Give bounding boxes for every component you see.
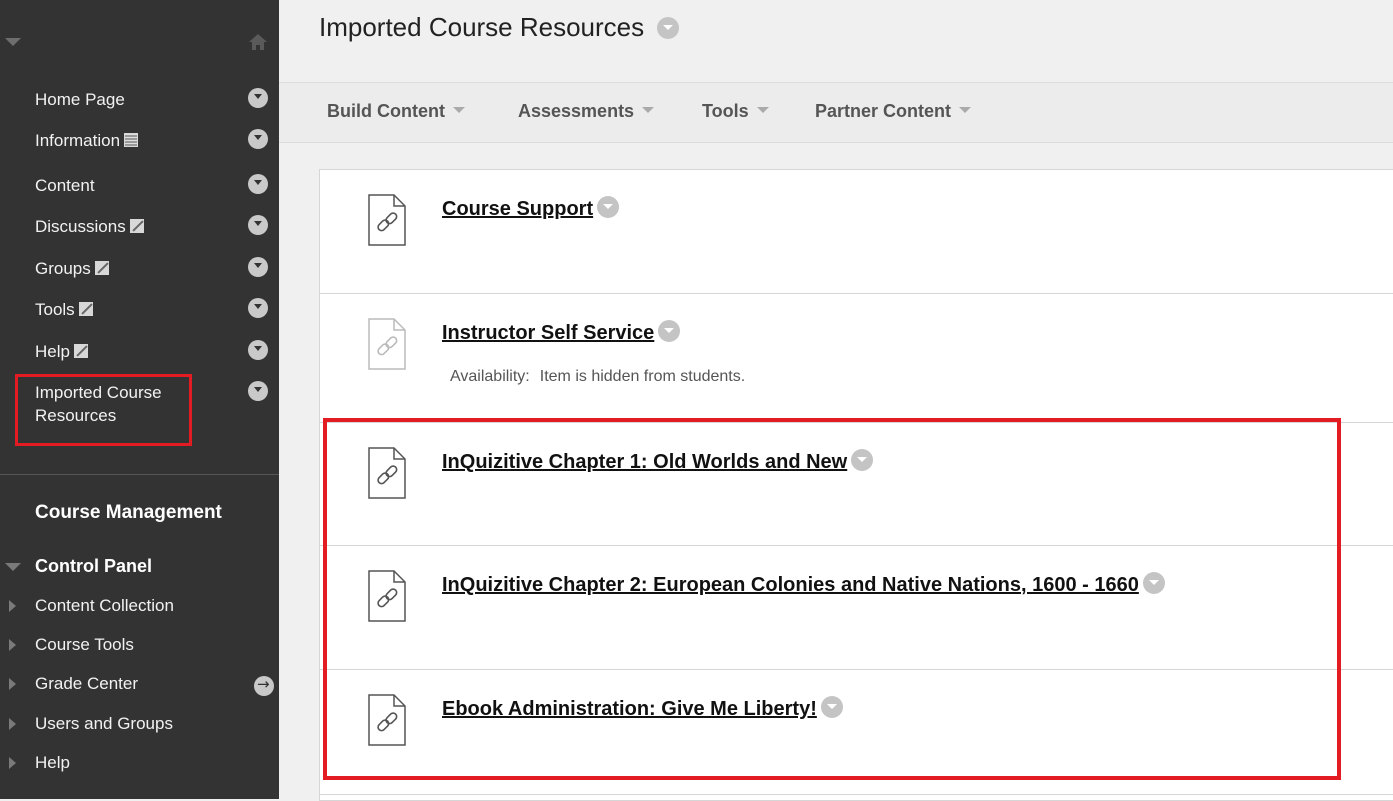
item-title-text[interactable]: Course Support (442, 198, 593, 220)
chevron-down-icon[interactable] (248, 298, 268, 318)
chevron-down-icon[interactable] (248, 340, 268, 360)
sidebar-item-content[interactable]: Content (35, 174, 95, 197)
chevron-down-icon[interactable] (248, 174, 268, 194)
arrow-right-icon[interactable] (254, 675, 274, 696)
control-item-course-tools[interactable]: Course Tools (35, 635, 134, 655)
list-item: Course Support (320, 170, 1393, 294)
sidebar-item-information[interactable]: Information (35, 129, 139, 152)
highlight-box (15, 374, 192, 446)
expand-caret-icon[interactable] (5, 563, 21, 571)
item-title-text[interactable]: Instructor Self Service (442, 322, 654, 344)
sidebar-item-label: Groups (35, 259, 91, 278)
availability-note: Availability: Item is hidden from student… (450, 368, 745, 386)
availability-value: Item is hidden from students. (539, 368, 746, 385)
control-item-help[interactable]: Help (35, 753, 70, 773)
chevron-down-icon (452, 107, 465, 114)
chevron-right-icon[interactable] (9, 639, 16, 651)
build-content-menu[interactable]: Build Content (327, 101, 465, 122)
course-management-heading: Course Management (35, 502, 222, 523)
chevron-down-icon[interactable] (658, 319, 681, 342)
chevron-right-icon[interactable] (9, 678, 16, 690)
hidden-link-icon (94, 260, 109, 275)
home-icon[interactable] (248, 32, 268, 52)
sidebar-item-label: Tools (35, 300, 75, 319)
page-header: Imported Course Resources (279, 0, 1393, 82)
page-title: Imported Course Resources (319, 12, 645, 42)
web-link-icon (368, 318, 406, 370)
chevron-down-icon[interactable] (248, 257, 268, 277)
sidebar-item-label: Discussions (35, 217, 126, 236)
hidden-link-icon (78, 301, 93, 316)
hidden-link-icon (73, 343, 88, 358)
chevron-down-icon (756, 107, 769, 114)
sidebar-item-groups[interactable]: Groups (35, 257, 109, 280)
sidebar-item-help[interactable]: Help (35, 340, 88, 363)
sidebar-item-label: Content (35, 176, 95, 195)
menu-label: Assessments (518, 101, 635, 121)
web-link-icon (368, 194, 406, 246)
sidebar-item-label: Home Page (35, 90, 125, 109)
sidebar-item-home-page[interactable]: Home Page (35, 88, 125, 111)
highlight-box (323, 418, 1341, 780)
tools-menu[interactable]: Tools (702, 101, 769, 122)
chevron-down-icon (959, 107, 972, 114)
chevron-down-icon[interactable] (248, 381, 268, 401)
item-title-link[interactable]: Course Support (442, 195, 620, 221)
assessments-menu[interactable]: Assessments (518, 101, 655, 122)
menu-label: Build Content (327, 101, 445, 121)
availability-label: Availability: (450, 368, 530, 385)
chevron-down-icon[interactable] (248, 88, 268, 108)
chevron-down-icon[interactable] (597, 195, 620, 218)
page-icon (124, 132, 139, 147)
chevron-down-icon[interactable] (248, 129, 268, 149)
chevron-right-icon[interactable] (9, 757, 16, 769)
menu-label: Tools (702, 101, 749, 121)
chevron-right-icon[interactable] (9, 600, 16, 612)
sidebar-item-discussions[interactable]: Discussions (35, 215, 144, 238)
divider (0, 474, 279, 475)
chevron-down-icon (642, 107, 655, 114)
sidebar-item-tools[interactable]: Tools (35, 298, 93, 321)
partner-content-menu[interactable]: Partner Content (815, 101, 972, 122)
sidebar-item-label: Information (35, 131, 121, 150)
list-item: Instructor Self Service Availability: Ite… (320, 294, 1393, 423)
hidden-link-icon (129, 218, 144, 233)
chevron-down-icon[interactable] (657, 17, 679, 39)
sidebar-item-label: Help (35, 342, 70, 361)
course-menu-sidebar: Home Page Information Content Discussion… (0, 0, 279, 799)
action-toolbar: Build Content Assessments Tools Partner … (279, 82, 1393, 143)
collapse-caret-icon[interactable] (5, 38, 21, 46)
control-item-users-and-groups[interactable]: Users and Groups (35, 714, 173, 734)
menu-label: Partner Content (815, 101, 952, 121)
chevron-down-icon[interactable] (248, 215, 268, 235)
control-item-grade-center[interactable]: Grade Center (35, 674, 138, 694)
chevron-right-icon[interactable] (9, 718, 16, 730)
item-title-link[interactable]: Instructor Self Service (442, 319, 681, 345)
control-item-content-collection[interactable]: Content Collection (35, 596, 174, 616)
control-panel-heading[interactable]: Control Panel (35, 556, 152, 577)
